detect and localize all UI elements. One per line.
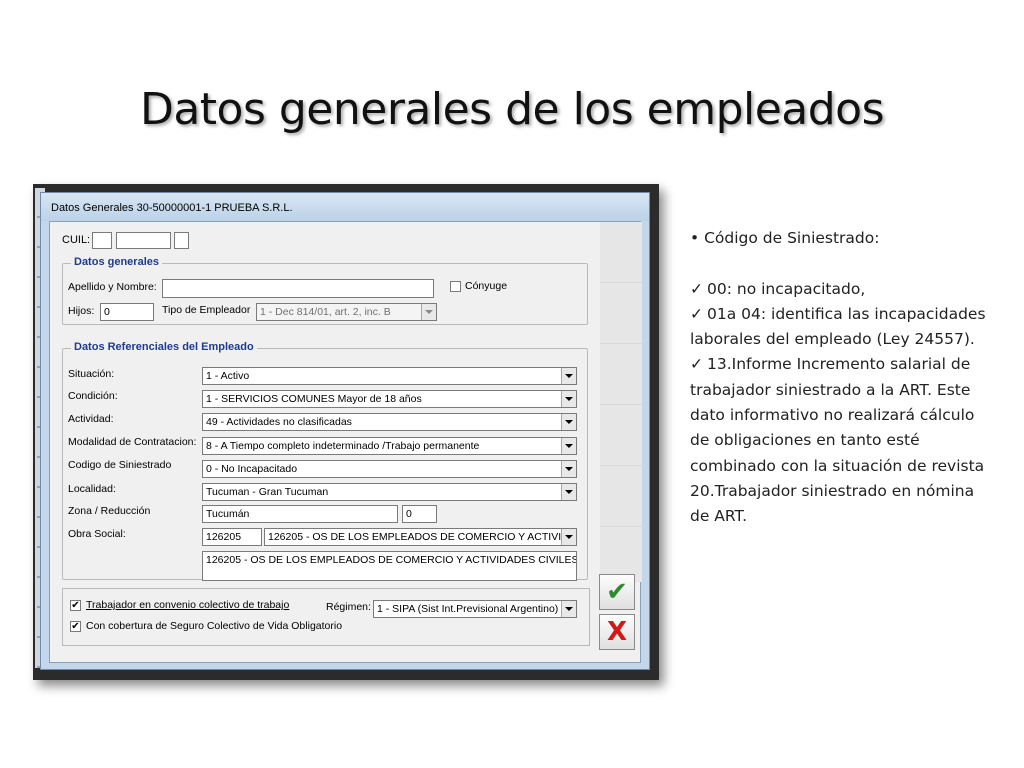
hijos-label: Hijos:: [68, 305, 95, 317]
modalidad-select[interactable]: 8 - A Tiempo completo indeterminado /Tra…: [202, 437, 577, 455]
seguro-label: Con cobertura de Seguro Colectivo de Vid…: [86, 620, 343, 632]
window-titlebar[interactable]: Datos Generales 30-50000001-1 PRUEBA S.R…: [41, 193, 649, 221]
zona-reduccion-input[interactable]: 0: [402, 505, 437, 523]
modalidad-value: 8 - A Tiempo completo indeterminado /Tra…: [206, 440, 480, 452]
obra-social-code-input[interactable]: 126205: [202, 528, 262, 546]
bullet-icon: •: [690, 229, 700, 247]
obra-social-label: Obra Social:: [68, 528, 126, 540]
localidad-select[interactable]: Tucuman - Gran Tucuman: [202, 483, 577, 501]
situacion-label: Situación:: [68, 368, 115, 380]
tipo-empleador-select[interactable]: 1 - Dec 814/01, art. 2, inc. B: [256, 303, 437, 321]
convenio-label: Trabajador en convenio colectivo de trab…: [86, 599, 290, 611]
window-title: Datos Generales 30-50000001-1 PRUEBA S.R…: [51, 202, 293, 214]
tipo-empleador-label: Tipo de Empleador: [162, 304, 251, 316]
chevron-down-icon: [561, 414, 576, 430]
list-item: ✓ 00: no incapacitado,: [690, 277, 990, 302]
check-icon: ✓: [690, 304, 703, 323]
chevron-down-icon: [561, 391, 576, 407]
siniestrado-label: Codigo de Siniestrado: [68, 459, 172, 471]
obra-social-select[interactable]: 126205 - OS DE LOS EMPLEADOS DE COMERCIO…: [264, 528, 577, 546]
regimen-label: Régimen:: [326, 601, 371, 613]
datos-generales-window: Datos Generales 30-50000001-1 PRUEBA S.R…: [40, 192, 650, 670]
notes-panel: • Código de Siniestrado: ✓ 00: no incapac…: [690, 226, 990, 530]
siniestrado-select[interactable]: 0 - No Incapacitado: [202, 460, 577, 478]
notes-heading: • Código de Siniestrado:: [690, 226, 990, 251]
condicion-select[interactable]: 1 - SERVICIOS COMUNES Mayor de 18 años: [202, 390, 577, 408]
chevron-down-icon: [561, 484, 576, 500]
datos-referenciales-title: Datos Referenciales del Empleado: [71, 341, 257, 353]
convenio-checkbox[interactable]: ✔: [70, 600, 81, 611]
list-item-text: 13.Informe Incremento salarial de trabaj…: [690, 355, 985, 526]
chevron-down-icon: [561, 461, 576, 477]
chevron-down-icon: [561, 368, 576, 384]
situacion-value: 1 - Activo: [206, 370, 250, 382]
list-item: ✓ 13.Informe Incremento salarial de traba…: [690, 352, 990, 529]
checkmark-icon: ✔: [606, 577, 628, 607]
cuil-label: CUIL:: [62, 234, 91, 246]
conyuge-label: Cónyuge: [465, 280, 508, 292]
obra-social-description: 126205 - OS DE LOS EMPLEADOS DE COMERCIO…: [202, 551, 577, 581]
cuil-number-input[interactable]: [116, 232, 171, 249]
chevron-down-icon: [561, 601, 576, 617]
apellido-label: Apellido y Nombre:: [68, 281, 157, 293]
accept-button[interactable]: ✔: [599, 574, 635, 610]
close-icon: X: [606, 617, 628, 647]
notes-heading-text: Código de Siniestrado: [704, 229, 875, 247]
list-item-text: 01a 04: identifica las incapacidades lab…: [690, 304, 986, 349]
regimen-select[interactable]: 1 - SIPA (Sist Int.Previsional Argentino…: [373, 600, 577, 618]
check-icon: ✓: [690, 279, 703, 298]
hijos-input[interactable]: 0: [100, 303, 154, 321]
slide-title: Datos generales de los empleados: [139, 84, 885, 135]
notes-heading-suffix: :: [874, 229, 880, 247]
list-item: ✓ 01a 04: identifica las incapacidades la…: [690, 302, 990, 353]
cancel-button[interactable]: X: [599, 614, 635, 650]
chevron-down-icon: [421, 304, 436, 320]
regimen-value: 1 - SIPA (Sist Int.Previsional Argentino…: [377, 603, 559, 615]
condicion-value: 1 - SERVICIOS COMUNES Mayor de 18 años: [206, 393, 422, 405]
zona-label: Zona / Reducción: [68, 505, 151, 517]
list-item-text: 00: no incapacitado,: [707, 279, 866, 298]
condicion-label: Condición:: [68, 390, 118, 402]
actividad-select[interactable]: 49 - Actividades no clasificadas: [202, 413, 577, 431]
seguro-checkbox[interactable]: ✔: [70, 621, 81, 632]
window-client-area: CUIL: Datos generales Apellido y Nombre:…: [49, 221, 642, 663]
obra-social-value: 126205 - OS DE LOS EMPLEADOS DE COMERCIO…: [268, 531, 562, 543]
cuil-check-digit-input[interactable]: [174, 232, 189, 249]
check-icon: ✓: [690, 355, 703, 374]
tipo-empleador-value: 1 - Dec 814/01, art. 2, inc. B: [260, 306, 391, 318]
zona-input[interactable]: Tucumán: [202, 505, 398, 523]
chevron-down-icon: [561, 529, 576, 545]
actividad-value: 49 - Actividades no clasificadas: [206, 416, 352, 428]
situacion-select[interactable]: 1 - Activo: [202, 367, 577, 385]
modalidad-label: Modalidad de Contratacion:: [68, 436, 197, 448]
siniestrado-value: 0 - No Incapacitado: [206, 463, 298, 475]
datos-generales-title: Datos generales: [71, 256, 162, 268]
localidad-value: Tucuman - Gran Tucuman: [206, 486, 329, 498]
conyuge-checkbox[interactable]: [450, 281, 461, 292]
afip-watermark: [600, 222, 642, 582]
cuil-prefix-input[interactable]: [92, 232, 112, 249]
apellido-nombre-input[interactable]: [162, 279, 434, 298]
chevron-down-icon: [561, 438, 576, 454]
actividad-label: Actividad:: [68, 413, 114, 425]
localidad-label: Localidad:: [68, 483, 116, 495]
